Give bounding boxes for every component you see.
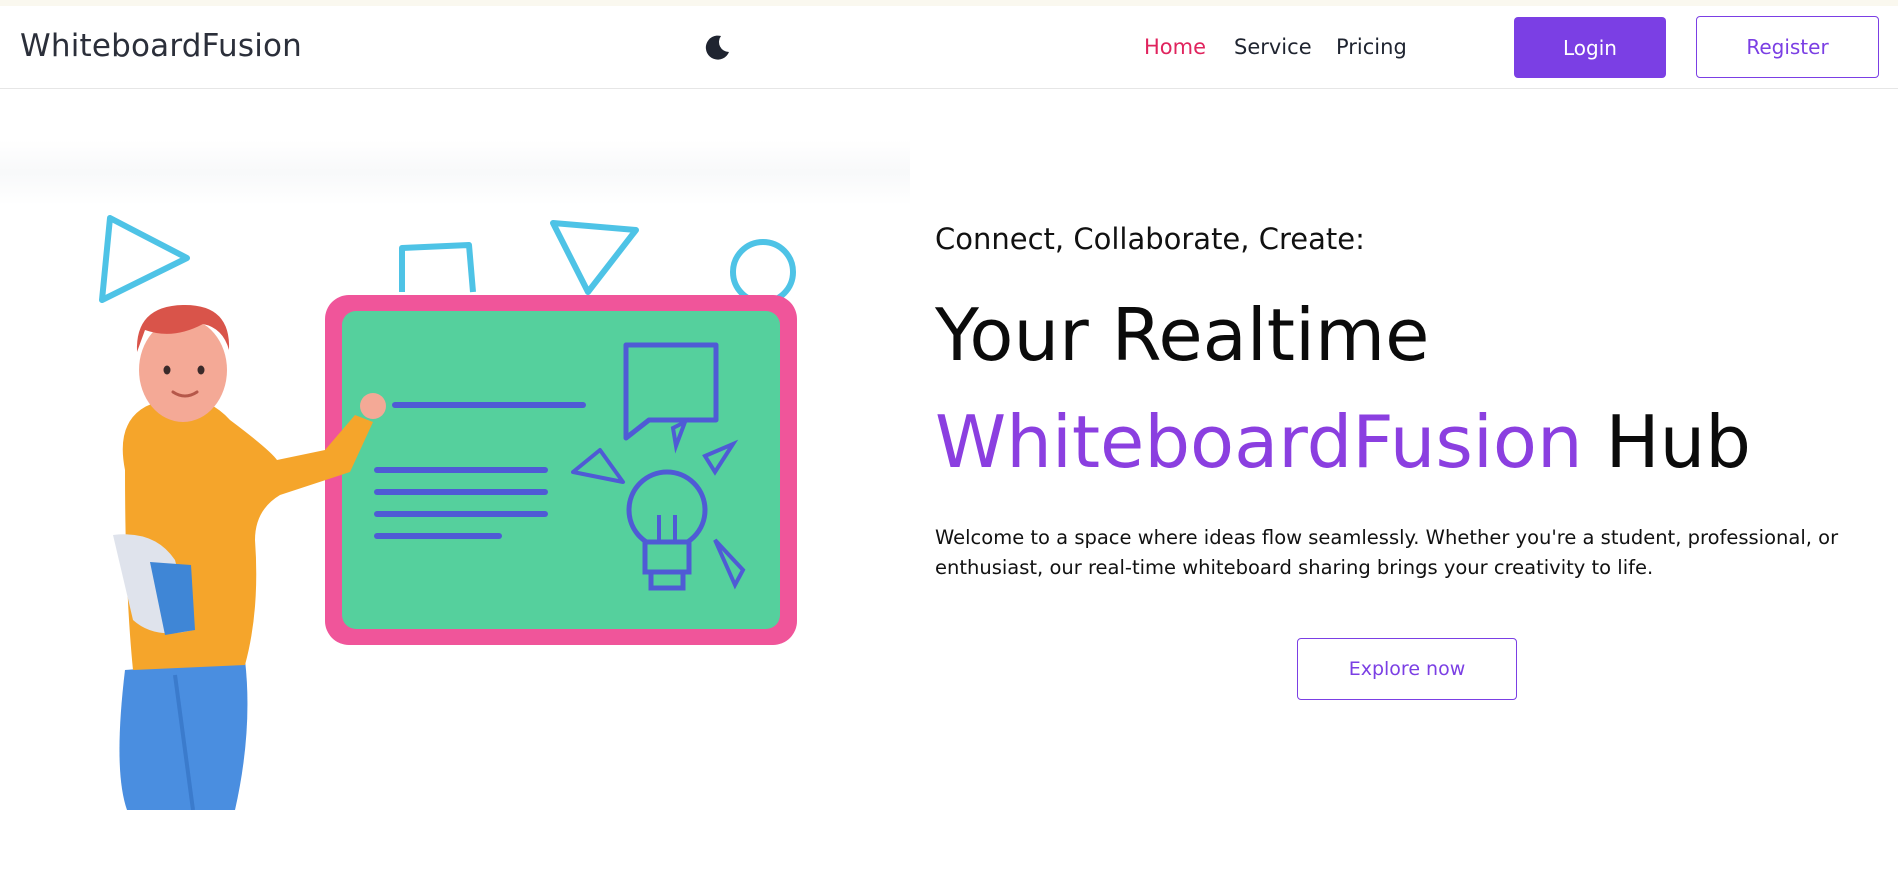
decorative-fade	[0, 140, 910, 205]
explore-now-button[interactable]: Explore now	[1297, 638, 1517, 700]
hero-headline-line2: WhiteboardFusion Hub	[935, 400, 1751, 484]
brand-logo[interactable]: WhiteboardFusion	[20, 28, 302, 64]
register-button[interactable]: Register	[1696, 16, 1879, 78]
hero-description: Welcome to a space where ideas flow seam…	[935, 526, 1839, 579]
nav-link-home[interactable]: Home	[1144, 35, 1206, 59]
navbar: WhiteboardFusion Home Service Pricing Lo…	[0, 6, 1898, 89]
nav-link-service[interactable]: Service	[1234, 35, 1312, 59]
moon-icon[interactable]	[702, 33, 732, 63]
login-button[interactable]: Login	[1514, 17, 1666, 78]
nav-link-pricing[interactable]: Pricing	[1336, 35, 1407, 59]
hero-headline-accent: WhiteboardFusion	[935, 400, 1583, 484]
hero-headline-line1: Your Realtime	[935, 293, 1430, 377]
hero-tagline: Connect, Collaborate, Create:	[935, 222, 1365, 256]
teacher-at-whiteboard-illustration	[55, 210, 815, 811]
hero-headline-rest: Hub	[1582, 400, 1751, 484]
